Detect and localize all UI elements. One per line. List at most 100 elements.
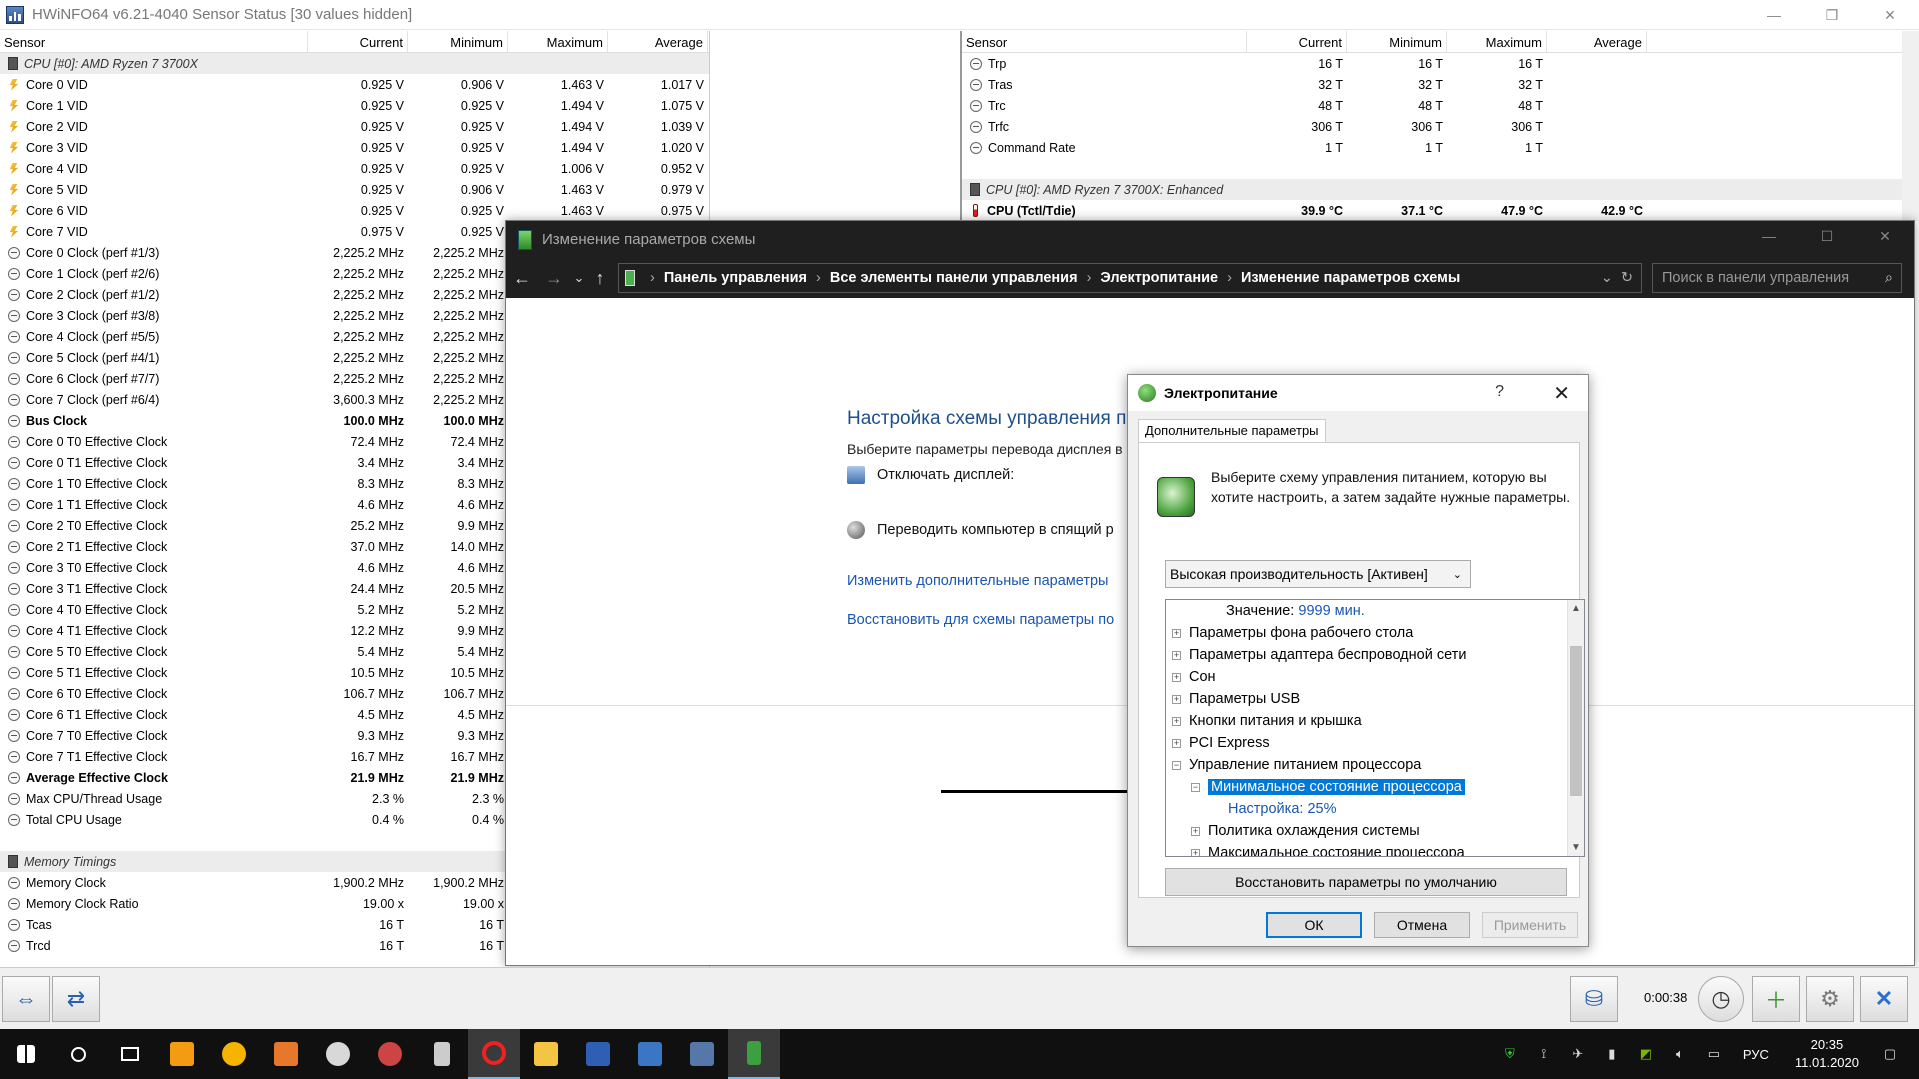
volume-icon[interactable]: 🔈︎ xyxy=(1669,1046,1691,1062)
gear-icon[interactable]: ⚙ xyxy=(1806,976,1854,1022)
address-bar[interactable]: › Панель управления › Все элементы панел… xyxy=(618,263,1642,293)
close-button[interactable]: ✕ xyxy=(1861,0,1919,30)
shield-icon[interactable]: ⛨ xyxy=(1499,1046,1521,1062)
sensor-row[interactable]: Trfc 306 T 306 T 306 T xyxy=(962,116,1919,137)
power-plan-select[interactable]: Высокая производительность [Активен] ⌄ xyxy=(1165,560,1471,588)
chevron-down-icon[interactable]: ⌄ xyxy=(1601,270,1613,286)
tree-item-cpu-power[interactable]: − Управление питанием процессора xyxy=(1172,754,1421,776)
clock[interactable]: 20:35 11.01.2020 xyxy=(1795,1036,1859,1072)
tree-setting-link[interactable]: Настройка: 25% xyxy=(1228,798,1336,820)
cancel-button[interactable]: Отмена xyxy=(1374,912,1470,938)
sensor-row[interactable]: Core 5 VID 0.925 V 0.906 V 1.463 V 0.979 V xyxy=(0,179,709,200)
language-indicator[interactable]: РУС xyxy=(1743,1047,1769,1062)
restore-defaults-button[interactable]: Восстановить параметры по умолчанию xyxy=(1165,868,1567,896)
col-average-header[interactable]: Average xyxy=(1547,31,1647,52)
col-minimum-header[interactable]: Minimum xyxy=(1347,31,1447,52)
apply-button[interactable]: Применить xyxy=(1482,912,1578,938)
col-current-header[interactable]: Current xyxy=(308,31,408,52)
network-icon[interactable]: ⟟ xyxy=(1533,1046,1555,1062)
expand-icon[interactable]: + xyxy=(1172,738,1181,748)
tree-item-min-cpu-state[interactable]: − Минимальное состояние процессора xyxy=(1191,776,1465,798)
expand-icon[interactable]: + xyxy=(1172,650,1181,660)
restore-button[interactable]: ❐ xyxy=(1803,0,1861,30)
folder-icon[interactable] xyxy=(520,1029,572,1079)
airplane-icon[interactable]: ✈ xyxy=(1567,1046,1589,1062)
close-icon[interactable]: ✕ xyxy=(1553,381,1570,406)
sensor-group-header[interactable]: CPU [#0]: AMD Ryzen 7 3700X: Enhanced xyxy=(962,179,1919,200)
col-maximum-header[interactable]: Maximum xyxy=(1447,31,1547,52)
breadcrumb-all-items[interactable]: Все элементы панели управления xyxy=(830,270,1078,286)
minimize-button[interactable]: — xyxy=(1745,0,1803,30)
sensor-group-header[interactable]: CPU [#0]: AMD Ryzen 7 3700X xyxy=(0,53,709,74)
value-field[interactable]: 9999 мин. xyxy=(1298,603,1364,619)
tree-item-desktop-bg[interactable]: + Параметры фона рабочего стола xyxy=(1172,622,1413,644)
battery-icon[interactable]: ▮ xyxy=(1601,1046,1623,1062)
task-view-icon[interactable] xyxy=(104,1029,156,1079)
power-options-taskbar-icon[interactable] xyxy=(728,1029,780,1079)
add-report-icon[interactable]: ＋ xyxy=(1752,976,1800,1022)
sensor-row[interactable]: Core 2 VID 0.925 V 0.925 V 1.494 V 1.039 V xyxy=(0,116,709,137)
nvidia-icon[interactable]: ◩ xyxy=(1635,1046,1657,1062)
tree-item-wireless[interactable]: + Параметры адаптера беспроводной сети xyxy=(1172,644,1466,666)
scroll-down-icon[interactable]: ▼ xyxy=(1571,842,1581,853)
tree-item-max-cpu-state[interactable]: + Максимальное состояние процессора xyxy=(1191,842,1465,856)
recent-chevron-icon[interactable]: ⌄ xyxy=(570,270,588,286)
snipping-icon[interactable] xyxy=(364,1029,416,1079)
breadcrumb-edit-plan[interactable]: Изменение параметров схемы xyxy=(1241,270,1460,286)
col-maximum-header[interactable]: Maximum xyxy=(508,31,608,52)
tab-advanced-settings[interactable]: Дополнительные параметры xyxy=(1138,419,1326,443)
sensor-row[interactable] xyxy=(962,158,1919,179)
expand-arrows-icon[interactable]: ⇔ xyxy=(2,976,50,1022)
floppy-icon[interactable] xyxy=(572,1029,624,1079)
restore-defaults-link[interactable]: Восстановить для схемы параметры по xyxy=(847,612,1114,628)
sensor-row[interactable]: Core 0 VID 0.925 V 0.906 V 1.463 V 1.017 V xyxy=(0,74,709,95)
hwinfo-taskbar-icon[interactable] xyxy=(676,1029,728,1079)
col-average-header[interactable]: Average xyxy=(608,31,708,52)
tree-item-power-buttons[interactable]: + Кнопки питания и крышка xyxy=(1172,710,1362,732)
tree-item-sleep[interactable]: + Сон xyxy=(1172,666,1216,688)
calculator-icon[interactable] xyxy=(416,1029,468,1079)
col-sensor-header[interactable]: Sensor xyxy=(962,31,1247,52)
breadcrumb-power[interactable]: Электропитание xyxy=(1100,270,1218,286)
scrollbar-right[interactable] xyxy=(1902,31,1919,221)
aimp-icon[interactable] xyxy=(208,1029,260,1079)
help-icon[interactable]: ? xyxy=(1495,383,1504,401)
cpu-z-icon[interactable] xyxy=(624,1029,676,1079)
settings-tree[interactable]: Значение: 9999 мин. + Параметры фона рабо… xyxy=(1165,599,1585,857)
media-player-icon[interactable] xyxy=(156,1029,208,1079)
collapse-icon[interactable]: − xyxy=(1172,760,1181,770)
tree-item-usb[interactable]: + Параметры USB xyxy=(1172,688,1300,710)
close-icon[interactable]: ✕ xyxy=(1860,976,1908,1022)
collapse-arrows-icon[interactable]: ⇄ xyxy=(52,976,100,1022)
tree-value-row[interactable]: Значение: 9999 мин. xyxy=(1226,600,1365,622)
start-icon[interactable] xyxy=(0,1029,52,1079)
expand-icon[interactable]: + xyxy=(1172,694,1181,704)
notifications-icon[interactable]: ▢ xyxy=(1879,1046,1901,1062)
scroll-thumb[interactable] xyxy=(1570,646,1582,796)
scroll-up-icon[interactable]: ▲ xyxy=(1571,603,1581,614)
expand-icon[interactable]: + xyxy=(1172,628,1181,638)
advanced-settings-link[interactable]: Изменить дополнительные параметры xyxy=(847,573,1108,589)
sensor-row[interactable]: Core 4 VID 0.925 V 0.925 V 1.006 V 0.952 V xyxy=(0,158,709,179)
up-arrow-icon[interactable]: ↑ xyxy=(588,268,612,289)
clock-icon[interactable]: ◷ xyxy=(1698,976,1744,1022)
search-icon[interactable]: ⌕ xyxy=(1885,270,1893,286)
search-icon[interactable] xyxy=(52,1029,104,1079)
chat-icon[interactable]: ▭ xyxy=(1703,1046,1725,1062)
paint-icon[interactable] xyxy=(312,1029,364,1079)
sensor-row[interactable]: Trc 48 T 48 T 48 T xyxy=(962,95,1919,116)
sensor-row[interactable]: Core 1 VID 0.925 V 0.925 V 1.494 V 1.075 V xyxy=(0,95,709,116)
cp-maximize-button[interactable]: ☐ xyxy=(1798,221,1856,251)
tree-item-cooling-policy[interactable]: + Политика охлаждения системы xyxy=(1191,820,1420,842)
sensor-row[interactable]: Core 6 VID 0.925 V 0.925 V 1.463 V 0.975 V xyxy=(0,200,709,221)
ok-button[interactable]: ОК xyxy=(1266,912,1362,938)
sensor-row[interactable]: Tras 32 T 32 T 32 T xyxy=(962,74,1919,95)
col-current-header[interactable]: Current xyxy=(1247,31,1347,52)
cp-close-button[interactable]: ✕ xyxy=(1856,221,1914,251)
sensor-row[interactable]: Trp 16 T 16 T 16 T xyxy=(962,53,1919,74)
tree-scrollbar[interactable]: ▲ ▼ xyxy=(1567,600,1584,856)
col-minimum-header[interactable]: Minimum xyxy=(408,31,508,52)
expand-icon[interactable]: + xyxy=(1191,826,1200,836)
cp-minimize-button[interactable]: — xyxy=(1740,221,1798,251)
refresh-icon[interactable]: ↻ xyxy=(1621,270,1633,286)
